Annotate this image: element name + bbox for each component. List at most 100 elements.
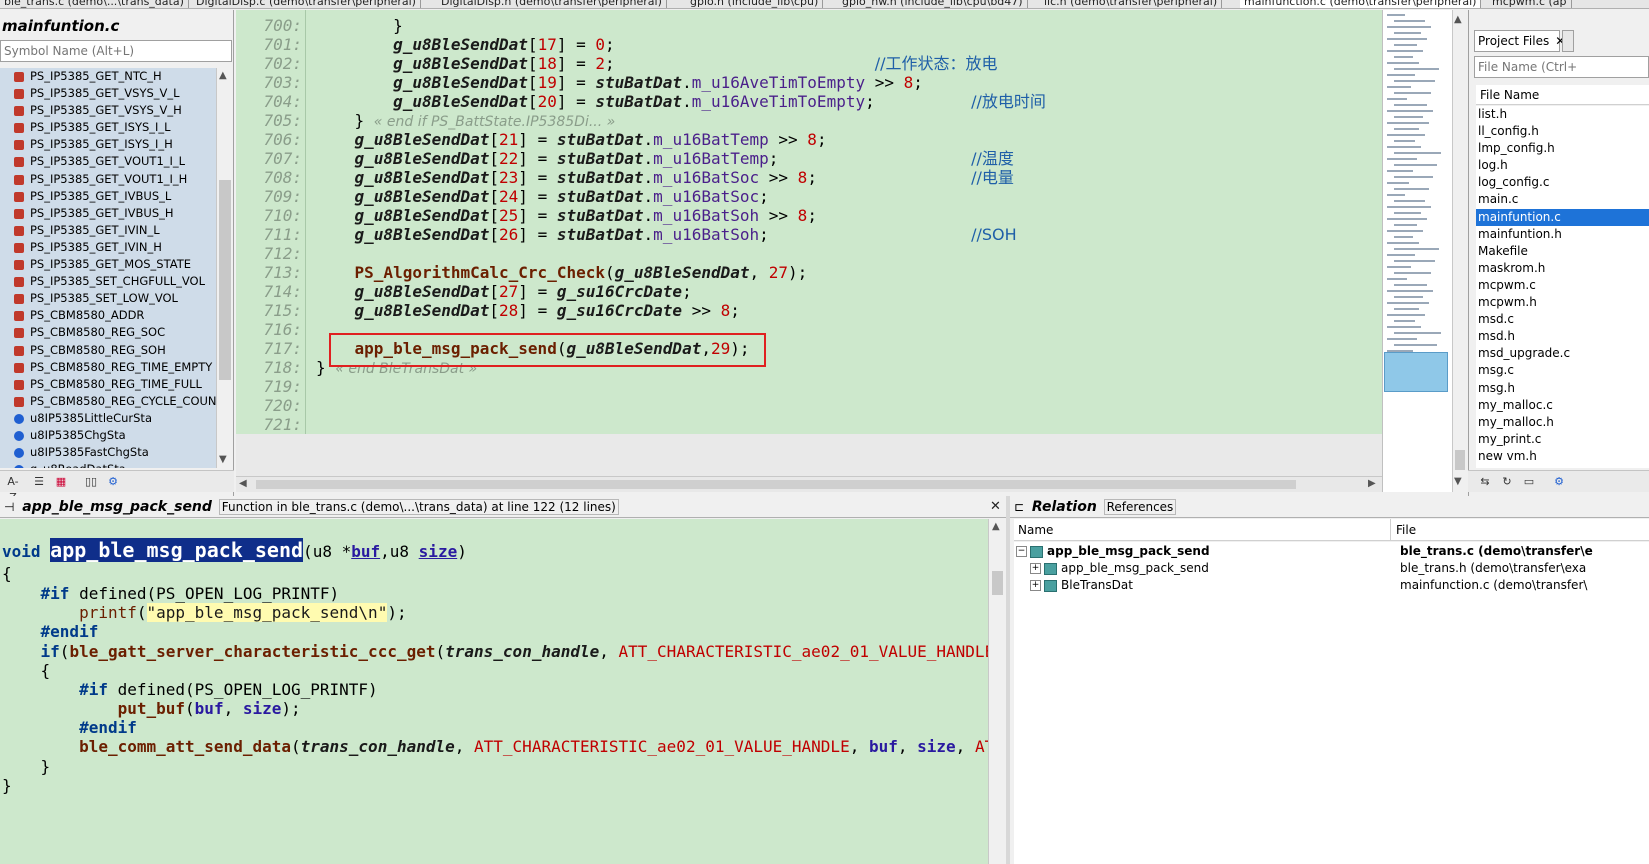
code-editor[interactable]: 700: } 701: g_u8BleSendDat[17] = 0; 702: g… <box>236 10 1382 434</box>
project-file-item[interactable]: msg.c <box>1476 362 1649 379</box>
symbol-list-item[interactable]: PS_CBM8580_REG_TIME_FULL <box>0 376 216 393</box>
editor-vertical-scrollbar[interactable]: ▲ ▼ <box>1452 10 1466 492</box>
vscroll-thumb[interactable] <box>1455 450 1465 470</box>
scroll-down-icon[interactable]: ▼ <box>1454 476 1462 487</box>
refresh-icon[interactable]: ↻ <box>1498 474 1516 490</box>
color-icon[interactable]: ▦ <box>52 474 70 490</box>
symbol-list-item[interactable]: PS_CBM8580_REG_TIME_EMPTY <box>0 359 216 376</box>
project-file-item[interactable]: msd_upgrade.c <box>1476 345 1649 362</box>
symbol-list-item[interactable]: PS_IP5385_GET_NTC_H <box>0 68 216 85</box>
editor-horizontal-scrollbar[interactable]: ◀ ▶ <box>236 476 1382 492</box>
tab-project-files[interactable]: Project Files ✕ <box>1474 30 1565 52</box>
symbol-list-item[interactable]: u8IP5385LittleCurSta <box>0 410 216 427</box>
symbol-list-item[interactable]: PS_IP5385_GET_IVBUS_H <box>0 205 216 222</box>
project-file-item[interactable]: msg.h <box>1476 380 1649 397</box>
project-file-item[interactable]: maskrom.h <box>1476 260 1649 277</box>
list-view-icon[interactable]: ☰ <box>30 474 48 490</box>
file-tab[interactable]: mainfunction.c (demo\transfer\peripheral… <box>1240 0 1482 8</box>
project-file-item[interactable]: mcpwm.h <box>1476 294 1649 311</box>
context-vertical-scrollbar[interactable]: ▲ <box>988 519 1006 864</box>
symbol-list-item[interactable]: PS_IP5385_GET_VSYS_V_L <box>0 85 216 102</box>
file-tab[interactable]: ble_trans.c (demo\...\trans_data) <box>0 0 189 8</box>
project-file-item[interactable]: log.h <box>1476 157 1649 174</box>
code-overview-minimap[interactable] <box>1382 10 1452 492</box>
expand-icon[interactable]: + <box>1030 580 1041 591</box>
book-icon[interactable]: ▯▯ <box>82 474 100 490</box>
project-file-item[interactable]: log_config.c <box>1476 174 1649 191</box>
sort-az-icon[interactable]: A-Z <box>4 474 22 504</box>
file-tab[interactable]: iic.h (demo\transfer\peripheral) <box>1040 0 1223 8</box>
file-column-header[interactable]: File <box>1396 519 1416 541</box>
gear-icon[interactable]: ⚙ <box>1550 474 1568 490</box>
symbol-list-item[interactable]: PS_CBM8580_REG_SOC <box>0 324 216 341</box>
symbol-list[interactable]: PS_IP5385_GET_NTC_H PS_IP5385_GET_VSYS_V_… <box>0 68 216 468</box>
window-icon[interactable]: ▭ <box>1520 474 1538 490</box>
project-file-item[interactable]: Makefile <box>1476 243 1649 260</box>
symbol-list-item[interactable]: PS_CBM8580_REG_SOH <box>0 342 216 359</box>
file-tab[interactable]: gpio.h (include_lib\cpu) <box>686 0 824 8</box>
panel-splitter[interactable] <box>1006 496 1010 864</box>
symbol-list-item[interactable]: PS_CBM8580_REG_CYCLE_COUNT <box>0 393 216 410</box>
hscroll-thumb[interactable] <box>256 480 1296 489</box>
symbol-list-item[interactable]: PS_IP5385_GET_VSYS_V_H <box>0 102 216 119</box>
relation-tree-row[interactable]: + BleTransDat <box>1030 577 1133 594</box>
scroll-up-icon[interactable]: ▲ <box>219 70 227 81</box>
gear-icon[interactable]: ⚙ <box>104 474 122 490</box>
collapse-icon[interactable]: − <box>1016 546 1027 557</box>
file-tab[interactable]: mcpwm.c (ap <box>1488 0 1572 8</box>
scroll-thumb[interactable] <box>992 571 1003 595</box>
project-file-item[interactable]: msd.c <box>1476 311 1649 328</box>
project-file-item[interactable]: msd.h <box>1476 328 1649 345</box>
symbol-list-item[interactable]: u8IP5385ChgSta <box>0 427 216 444</box>
file-tab[interactable]: DigitalDisp.c (demo\transfer\peripheral) <box>192 0 421 8</box>
sync-icon[interactable]: ⇆ <box>1476 474 1494 490</box>
tab-references[interactable]: References <box>1103 499 1177 515</box>
project-file-item[interactable]: mcpwm.c <box>1476 277 1649 294</box>
project-file-item[interactable]: mainfuntion.c <box>1476 208 1649 226</box>
project-file-item[interactable]: my_print.c <box>1476 431 1649 448</box>
relation-tree-row[interactable]: + app_ble_msg_pack_send <box>1030 560 1209 577</box>
symbol-list-item[interactable]: u8IP5385FastChgSta <box>0 444 216 461</box>
project-file-item[interactable]: main.c <box>1476 191 1649 208</box>
symbol-list-item[interactable]: PS_IP5385_GET_VOUT1_I_L <box>0 153 216 170</box>
project-file-item[interactable]: list.h <box>1476 106 1649 123</box>
file-tab[interactable]: DigitalDisp.h (demo\transfer\peripheral) <box>437 0 667 8</box>
symbol-list-scrollbar[interactable]: ▲ ▼ <box>216 68 233 468</box>
project-file-item[interactable]: my_malloc.h <box>1476 414 1649 431</box>
scroll-right-icon[interactable]: ▶ <box>1368 478 1376 489</box>
pin-icon[interactable]: ⊣ <box>4 500 14 514</box>
scroll-down-icon[interactable]: ▼ <box>219 454 227 465</box>
minimap-viewport[interactable] <box>1384 352 1448 392</box>
symbol-list-item[interactable]: PS_IP5385_GET_ISYS_I_L <box>0 119 216 136</box>
symbol-list-item[interactable]: PS_IP5385_GET_IVBUS_L <box>0 188 216 205</box>
symbol-list-item[interactable]: PS_CBM8580_ADDR <box>0 307 216 324</box>
scroll-up-icon[interactable]: ▲ <box>1454 14 1462 25</box>
tab-next-panel[interactable] <box>1562 30 1574 52</box>
symbol-list-item[interactable]: PS_IP5385_GET_IVIN_H <box>0 239 216 256</box>
project-file-item[interactable]: my_malloc.c <box>1476 397 1649 414</box>
symbol-list-item[interactable]: PS_IP5385_SET_LOW_VOL <box>0 290 216 307</box>
expand-icon[interactable]: + <box>1030 563 1041 574</box>
scroll-left-icon[interactable]: ◀ <box>239 478 247 489</box>
file-name-column-header[interactable]: File Name <box>1476 85 1649 105</box>
project-file-item[interactable]: new vm.h <box>1476 448 1649 465</box>
file-tab[interactable]: gpio_hw.h (include_lib\cpu\bd47) <box>838 0 1028 8</box>
name-column-header[interactable]: Name <box>1018 519 1053 541</box>
scroll-thumb[interactable] <box>219 180 231 380</box>
file-search-input[interactable] <box>1474 56 1649 78</box>
symbol-list-item[interactable]: PS_IP5385_GET_ISYS_I_H <box>0 136 216 153</box>
symbol-list-item[interactable]: PS_IP5385_GET_MOS_STATE <box>0 256 216 273</box>
symbol-list-item[interactable]: PS_IP5385_SET_CHGFULL_VOL <box>0 273 216 290</box>
scroll-up-icon[interactable]: ▲ <box>992 521 1000 532</box>
symbol-search-input[interactable] <box>0 40 232 62</box>
symbol-list-item[interactable]: PS_IP5385_GET_VOUT1_I_H <box>0 171 216 188</box>
project-file-list[interactable]: list.h ll_config.h lmp_config.h log.h log_co… <box>1476 106 1649 468</box>
context-code-view[interactable]: void app_ble_msg_pack_send(u8 *buf,u8 si… <box>0 519 988 864</box>
close-icon[interactable]: ✕ <box>990 496 1001 518</box>
symbol-list-item[interactable]: PS_IP5385_GET_IVIN_L <box>0 222 216 239</box>
relation-tree[interactable]: − app_ble_msg_pack_send ble_trans.c (demo\… <box>1014 542 1649 864</box>
project-file-item[interactable]: mainfuntion.h <box>1476 226 1649 243</box>
relation-tree-row[interactable]: − app_ble_msg_pack_send <box>1016 543 1210 560</box>
project-file-item[interactable]: lmp_config.h <box>1476 140 1649 157</box>
project-file-item[interactable]: ll_config.h <box>1476 123 1649 140</box>
